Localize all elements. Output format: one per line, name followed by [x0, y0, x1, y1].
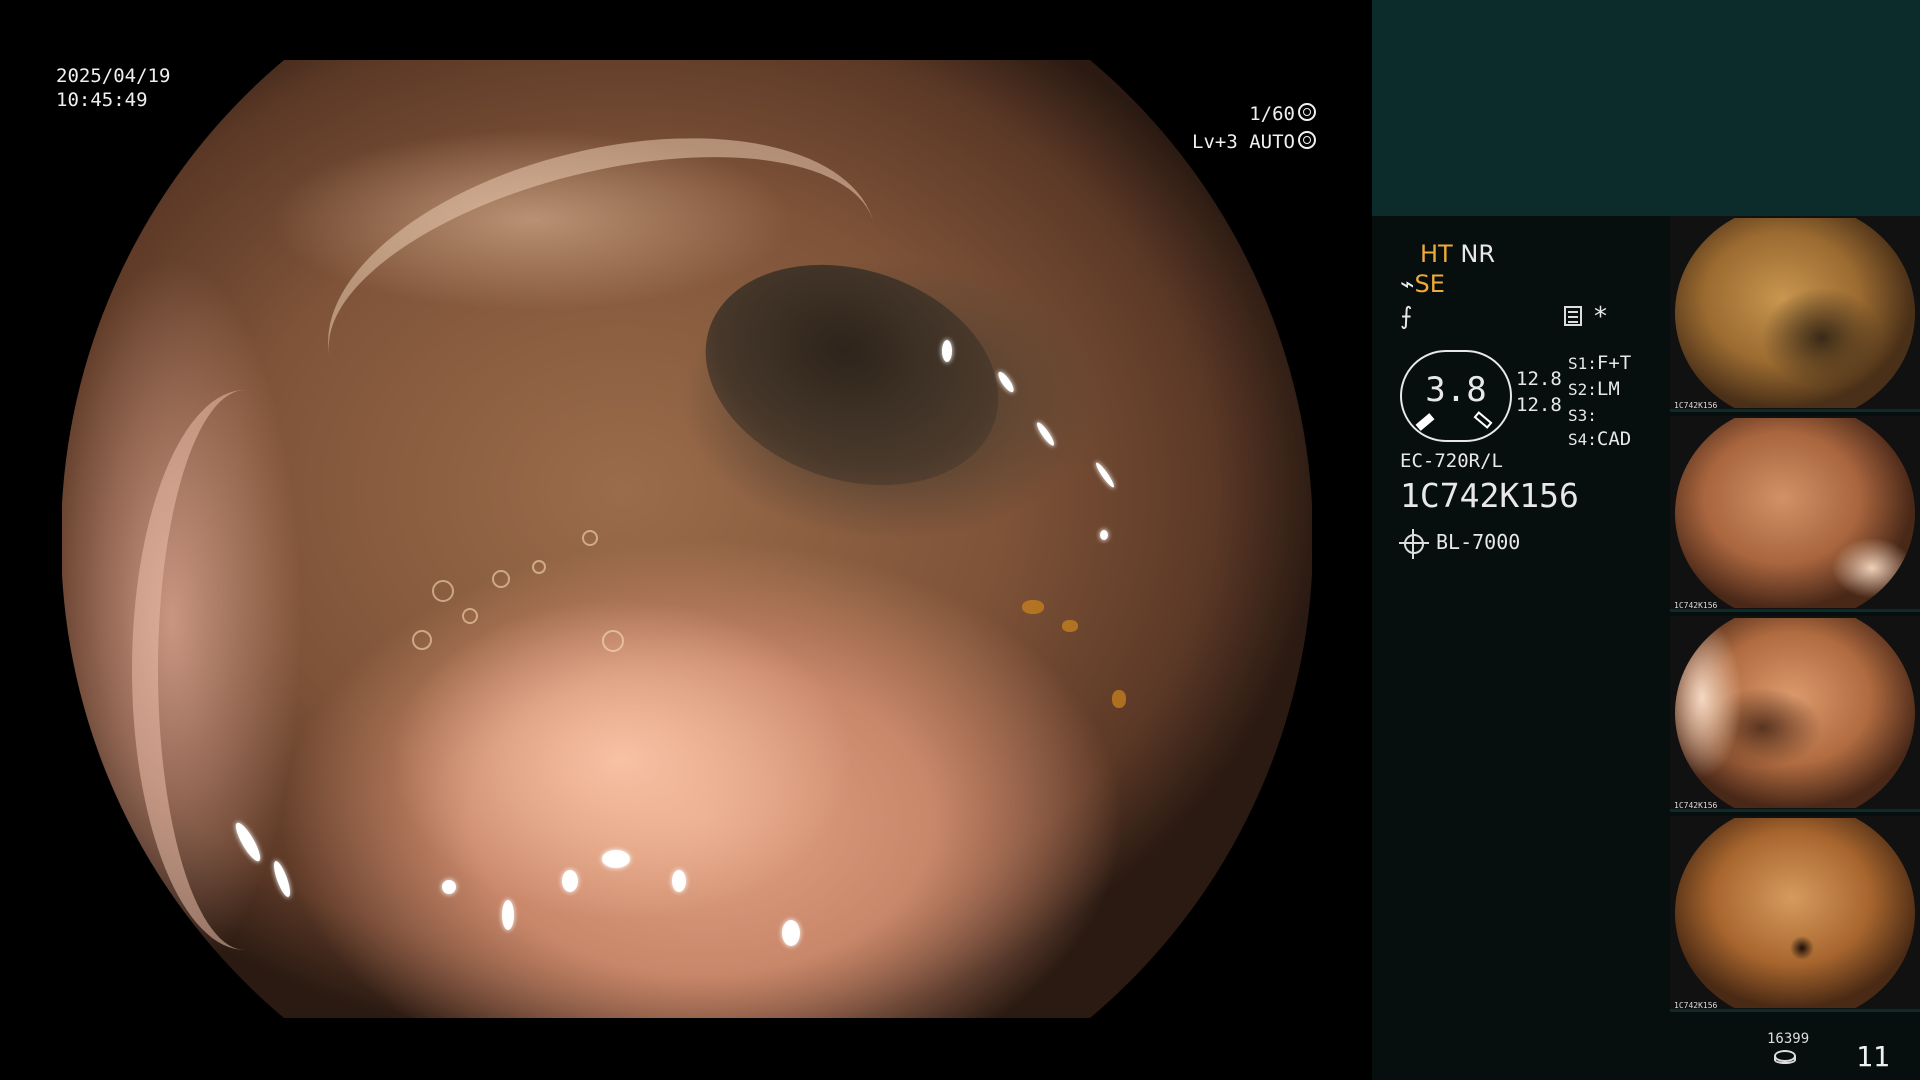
asterisk-indicator: *: [1594, 302, 1607, 332]
thumbnail-image: [1675, 618, 1915, 808]
light-source: BL-7000: [1436, 530, 1521, 554]
gauge-marker: [1415, 413, 1435, 431]
highlight: [782, 920, 800, 946]
highlight: [442, 880, 456, 894]
mode-line-ht-nr: HT NR: [1420, 240, 1495, 268]
highlight: [672, 870, 686, 892]
nr-indicator: NR: [1460, 240, 1495, 268]
circle-icon: [1298, 131, 1316, 149]
capture-thumbnail-4[interactable]: 1C742K156: [1670, 816, 1920, 1012]
highlight: [995, 369, 1017, 395]
capture-thumbnail-1[interactable]: 1C742K156: [1670, 216, 1920, 412]
thumbnail-label: 1C742K156: [1674, 1001, 1718, 1010]
gauge-value: 3.8: [1425, 370, 1487, 410]
thumbnail-image: [1675, 418, 1915, 608]
se-indicator: SE: [1414, 270, 1445, 298]
highlight: [1100, 530, 1108, 540]
bubble: [582, 530, 598, 546]
switch-2: S2:LM: [1568, 378, 1620, 400]
bubble: [492, 570, 510, 588]
pressure-value-1: 12.8: [1516, 368, 1562, 390]
bubble: [462, 608, 478, 624]
thumbnail-label: 1C742K156: [1674, 801, 1718, 810]
gauge-display: 3.8: [1400, 350, 1512, 442]
info-box: [1372, 0, 1920, 216]
endoscope-view: [62, 60, 1312, 1018]
bubble: [602, 630, 624, 652]
thumbnail-image: [1675, 818, 1915, 1008]
capture-thumbnail-2[interactable]: 1C742K156: [1670, 416, 1920, 612]
exposure-overlay: 1/60 Lv+3 AUTO: [1192, 100, 1316, 156]
switch-4: S4:CAD: [1568, 428, 1632, 450]
mucosal-fold: [132, 390, 358, 950]
gauge-marker: [1473, 411, 1493, 429]
bubble: [432, 580, 454, 602]
bubble: [532, 560, 546, 574]
debris: [1062, 620, 1078, 632]
scope-serial: 1C742K156: [1400, 476, 1579, 515]
shutter-speed: 1/60: [1192, 100, 1316, 128]
document-icon: [1564, 306, 1582, 326]
highlight: [942, 340, 952, 362]
highlight: [502, 900, 514, 930]
debris: [1112, 690, 1126, 708]
aperture-icon: [1298, 103, 1316, 121]
brightness-mode: Lv+3 AUTO: [1192, 128, 1316, 156]
function-icon: ⨍: [1400, 302, 1413, 330]
highlight: [1034, 420, 1057, 448]
time: 10:45:49: [56, 89, 148, 111]
capture-thumbnail-3[interactable]: 1C742K156: [1670, 616, 1920, 812]
ht-indicator: HT: [1420, 240, 1453, 268]
disk-icon: [1774, 1050, 1796, 1064]
tool-icon: ⌁: [1400, 270, 1415, 298]
pressure-value-2: 12.8: [1516, 394, 1562, 416]
thumbnail-label: 1C742K156: [1674, 601, 1718, 610]
storage-count: 16399: [1767, 1031, 1810, 1047]
switch-3: S3:: [1568, 406, 1597, 425]
mode-line-se: ⌁SE: [1400, 270, 1445, 298]
highlight: [602, 850, 630, 868]
datetime-overlay: 2025/04/19 10:45:49: [56, 64, 170, 112]
status-panel: HT NR ⌁SE ⨍ * 3.8 12.8 12.8 S1:F+T S2:LM…: [1372, 0, 1920, 1080]
thumbnail-image: [1675, 218, 1915, 408]
bubble: [412, 630, 432, 650]
light-bulb-icon: [1399, 529, 1429, 559]
date: 2025/04/19: [56, 65, 171, 87]
highlight: [562, 870, 578, 892]
image-count: 11: [1856, 1040, 1890, 1073]
scope-model: EC-720R/L: [1400, 450, 1503, 472]
debris: [1022, 600, 1044, 614]
switch-1: S1:F+T: [1568, 352, 1632, 374]
thumbnail-label: 1C742K156: [1674, 401, 1718, 410]
highlight: [1093, 460, 1117, 490]
